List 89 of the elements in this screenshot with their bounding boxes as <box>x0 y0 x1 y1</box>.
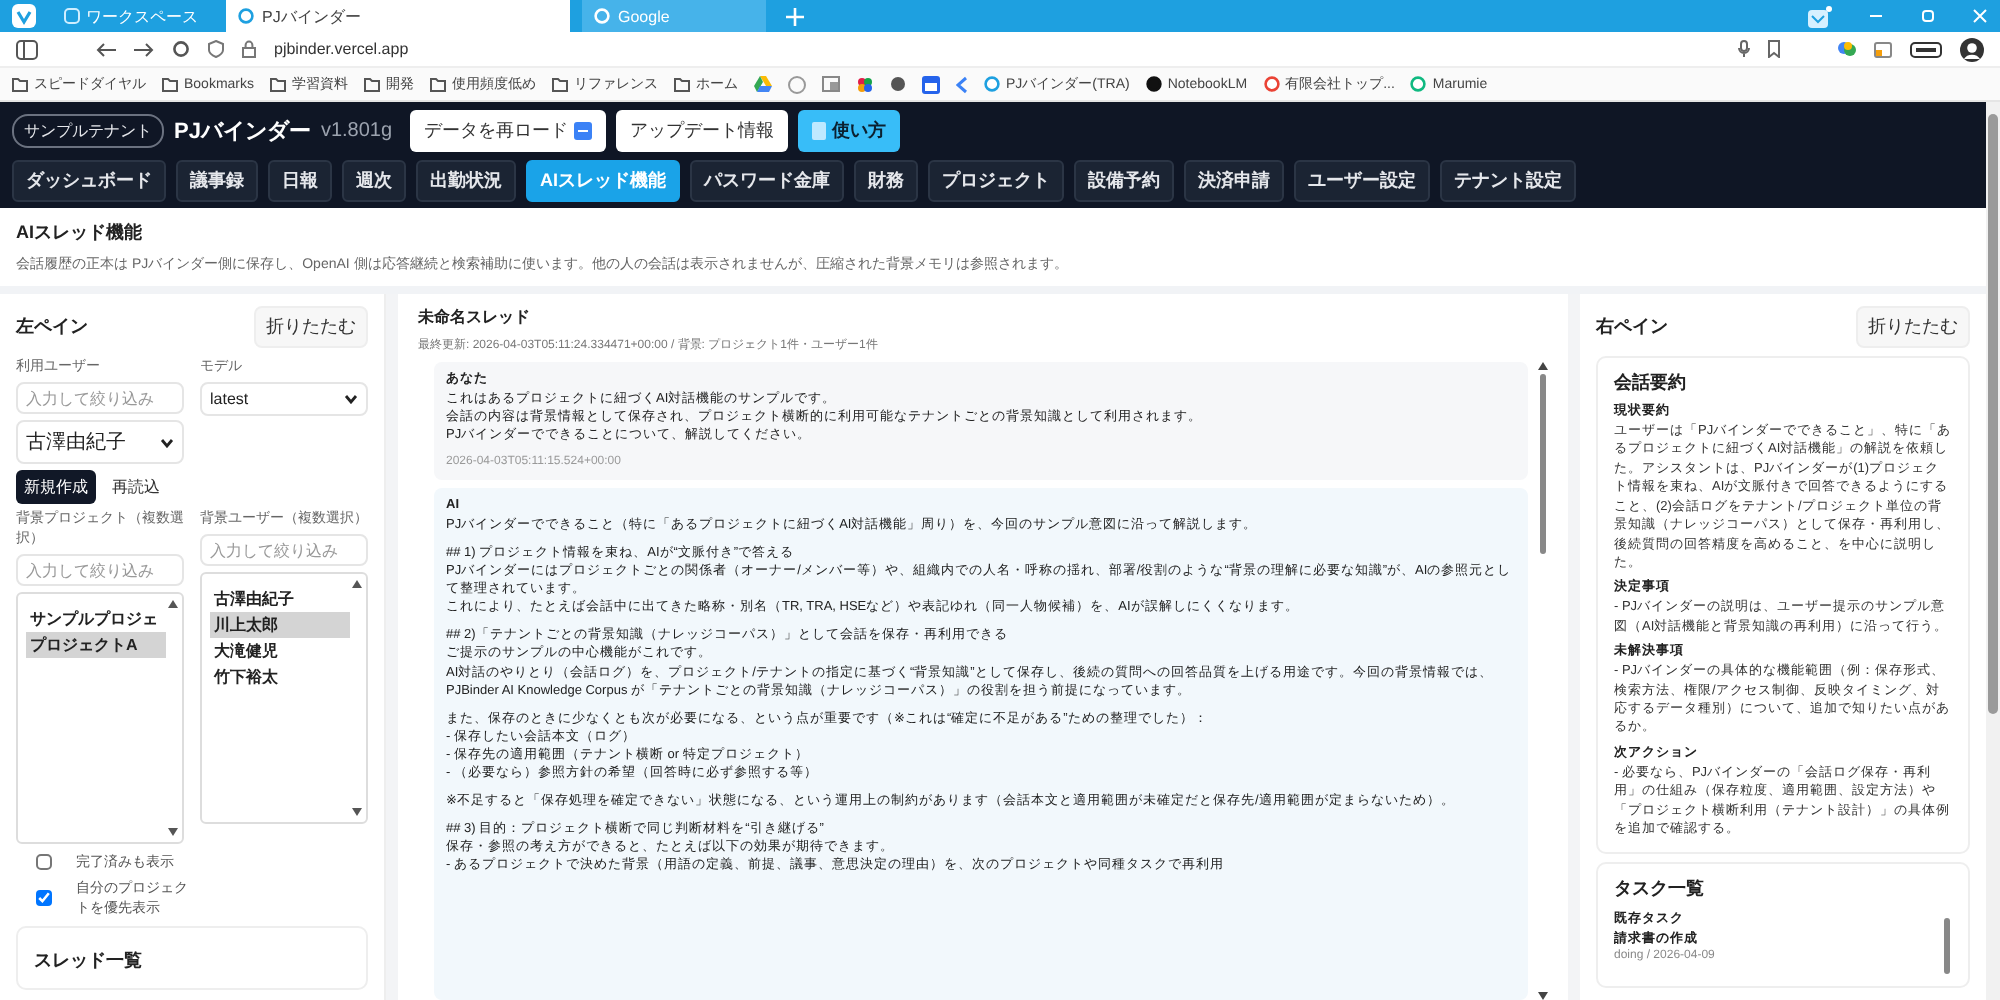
dropdown-caret-icon <box>344 394 358 404</box>
pane-title: 右ペイン <box>1596 314 1668 340</box>
nav-tab[interactable]: 出勤状況 <box>416 160 516 202</box>
list-item[interactable]: サンプルプロジェ <box>26 606 166 632</box>
app-title: PJバインダー <box>174 117 311 146</box>
card-title: 会話要約 <box>1614 370 1688 396</box>
list-item[interactable]: 古澤由紀子 <box>210 586 350 612</box>
favicon-icon <box>1145 76 1162 92</box>
nav-tab[interactable]: ユーザー設定 <box>1294 160 1430 202</box>
calendar-icon[interactable] <box>922 75 941 93</box>
browser-logo-icon[interactable] <box>12 4 36 28</box>
folder-icon <box>552 77 569 91</box>
nav-tab[interactable]: 決済申請 <box>1184 160 1284 202</box>
nav-tab[interactable]: テナント設定 <box>1440 160 1576 202</box>
back-icon[interactable] <box>96 41 116 57</box>
scroll-down-icon[interactable] <box>1537 992 1547 1000</box>
browser-tab[interactable]: PJバインダー <box>226 0 570 32</box>
dropdown-caret-icon <box>160 437 174 447</box>
microphone-icon[interactable] <box>1738 40 1750 58</box>
nav-tab[interactable]: 日報 <box>268 160 332 202</box>
list-item[interactable]: 大滝健児 <box>210 638 350 664</box>
user-filter-field[interactable]: 入力して絞り込み <box>16 382 184 414</box>
action-button[interactable]: 新規作成 <box>16 470 96 504</box>
checkbox[interactable] <box>36 890 52 906</box>
list-item[interactable]: 竹下裕太 <box>210 664 350 690</box>
address-field[interactable]: pjbinder.vercel.app <box>274 40 409 58</box>
extension-icon[interactable] <box>1838 40 1856 58</box>
header-button[interactable]: データを再ロード <box>410 110 607 152</box>
model-select[interactable]: latest <box>200 382 368 416</box>
scroll-up-icon[interactable] <box>1537 362 1547 370</box>
scroll-up-icon[interactable] <box>352 580 362 588</box>
checkbox[interactable] <box>36 854 52 870</box>
collapse-button[interactable]: 折りたたむ <box>1856 306 1970 348</box>
project-filter-field[interactable]: 入力して絞り込み <box>16 554 184 586</box>
section-title: AIスレッド機能 <box>16 220 144 246</box>
shield-icon[interactable] <box>208 40 224 58</box>
favicon-icon <box>1410 76 1427 92</box>
thread-title: 未命名スレッド <box>418 306 532 328</box>
collapse-button[interactable]: 折りたたむ <box>254 306 368 348</box>
favicon-icon <box>594 8 610 24</box>
header-button[interactable]: 使い方 <box>798 110 901 152</box>
window-icon[interactable] <box>822 76 841 92</box>
folder-icon <box>430 77 447 91</box>
new-tab-icon[interactable] <box>786 7 804 25</box>
nav-tab[interactable]: 週次 <box>342 160 406 202</box>
maximize-icon[interactable] <box>1920 8 1936 24</box>
nav-tab[interactable]: 設備予約 <box>1074 160 1174 202</box>
flower-icon[interactable] <box>856 75 875 93</box>
scroll-up-icon[interactable] <box>168 600 178 608</box>
dot-icon[interactable] <box>890 76 907 92</box>
folder-icon <box>364 77 381 91</box>
nav-tab[interactable]: ダッシュボード <box>12 160 166 202</box>
nav-tab[interactable]: 財務 <box>854 160 918 202</box>
close-icon[interactable] <box>1972 8 1988 24</box>
nav-tab[interactable]: プロジェクト <box>928 160 1064 202</box>
lock-icon <box>242 40 256 58</box>
globe-icon[interactable] <box>788 75 807 93</box>
chevron-icon[interactable] <box>956 75 969 93</box>
sidebar-toggle-icon[interactable] <box>16 39 38 59</box>
card-title: スレッド一覧 <box>34 950 142 970</box>
list-item[interactable]: 川上太郎 <box>210 612 350 638</box>
version-label: v1.801g <box>320 120 393 142</box>
vpn-icon[interactable] <box>1910 41 1942 57</box>
cast-icon[interactable] <box>1874 41 1892 57</box>
scroll-down-icon[interactable] <box>168 828 178 836</box>
tenant-badge: サンプルテナント <box>12 114 164 148</box>
favicon-icon <box>238 8 254 24</box>
user-filter-field[interactable]: 入力して絞り込み <box>200 534 368 566</box>
card-title: タスク一覧 <box>1614 875 1706 902</box>
folder-icon <box>162 77 178 91</box>
folder-icon <box>674 77 691 91</box>
workspace-icon <box>64 8 80 24</box>
reload-badge-icon <box>574 122 593 140</box>
bookmark-icon[interactable] <box>1768 40 1780 58</box>
user-select[interactable]: 古澤由紀子 <box>16 420 184 464</box>
drive-icon[interactable] <box>754 76 773 92</box>
nav-tab[interactable]: パスワード金庫 <box>690 160 844 202</box>
nav-tab[interactable]: 議事録 <box>176 160 258 202</box>
folder-icon <box>270 77 287 91</box>
list-item[interactable]: プロジェクトA <box>26 632 166 658</box>
pane-title: 左ペイン <box>16 314 88 340</box>
favicon-icon <box>984 76 1001 92</box>
forward-icon[interactable] <box>134 41 154 57</box>
folder-icon <box>12 77 28 91</box>
mail-icon[interactable] <box>1808 5 1832 27</box>
profile-avatar-icon[interactable] <box>1960 37 1984 61</box>
header-button[interactable]: アップデート情報 <box>616 110 789 152</box>
favicon-icon <box>1263 76 1280 92</box>
scroll-down-icon[interactable] <box>352 808 362 816</box>
